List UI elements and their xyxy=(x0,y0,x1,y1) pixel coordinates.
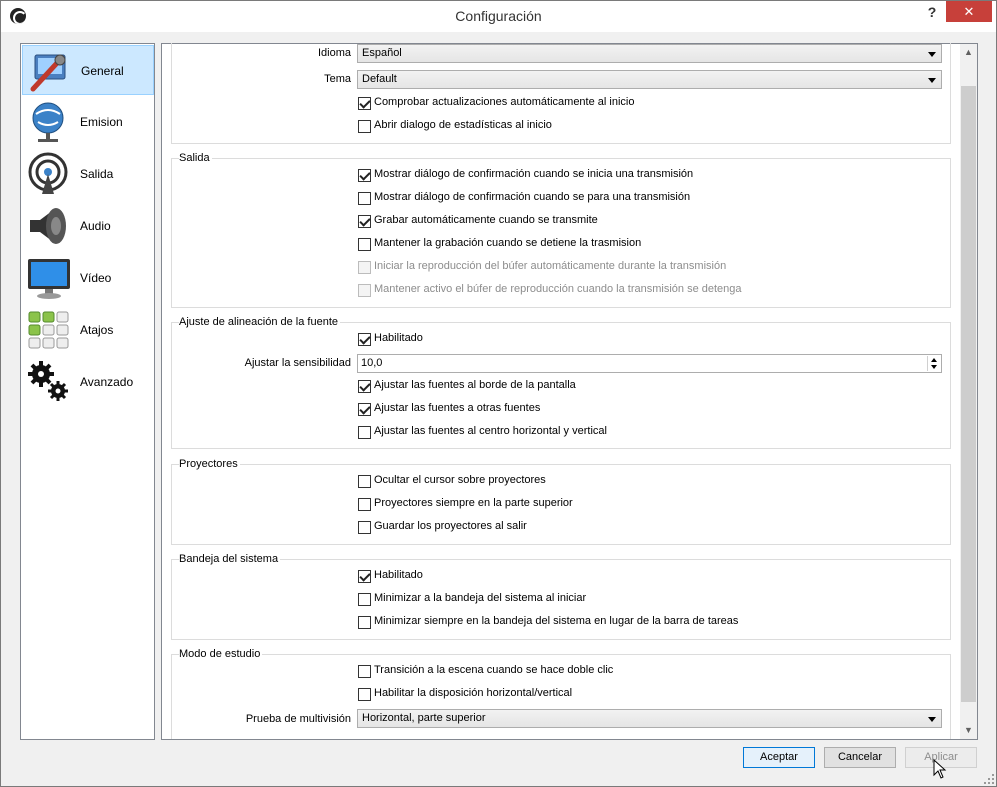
checkbox-label: Habilitado xyxy=(374,569,423,581)
checkbox-label: Mantener activo el búfer de reproducción… xyxy=(374,283,742,295)
theme-select[interactable]: Default xyxy=(357,70,942,89)
scroll-up-icon[interactable]: ▲ xyxy=(960,44,977,61)
sidebar-item-video[interactable]: Vídeo xyxy=(22,253,154,303)
snap-sensitivity-label: Ajustar la sensibilidad xyxy=(244,357,351,369)
snapping-group-title: Ajuste de alineación de la fuente xyxy=(179,316,341,328)
checkbox-box xyxy=(358,261,371,274)
checkbox-label: Iniciar la reproducción del búfer automá… xyxy=(374,260,727,272)
checkbox-box[interactable] xyxy=(358,498,371,511)
settings-window: Configuración ? ✕ General Emision Salida… xyxy=(0,0,997,787)
checkbox-box[interactable] xyxy=(358,97,371,110)
chevron-down-icon xyxy=(928,78,936,83)
sidebar-item-label: Audio xyxy=(80,219,111,233)
snap-sensitivity-value: 10,0 xyxy=(361,357,383,369)
language-label: Idioma xyxy=(317,47,351,59)
checkbox-label: Ocultar el cursor sobre proyectores xyxy=(374,474,546,486)
checkbox-label: Guardar los proyectores al salir xyxy=(374,520,527,532)
checkbox-box[interactable] xyxy=(358,380,371,393)
checkbox-box[interactable] xyxy=(358,521,371,534)
checkbox-box[interactable] xyxy=(358,688,371,701)
theme-value: Default xyxy=(362,73,397,85)
checkbox-box[interactable] xyxy=(358,169,371,182)
checkbox-box[interactable] xyxy=(358,403,371,416)
sidebar-item-label: General xyxy=(81,64,124,78)
checkbox-box[interactable] xyxy=(358,120,371,133)
checkbox-box[interactable] xyxy=(358,192,371,205)
snap-sensitivity-spinbox[interactable]: 10,0 xyxy=(357,354,942,373)
spin-down-icon[interactable] xyxy=(931,365,937,369)
multiview-label: Prueba de multivisión xyxy=(245,713,351,725)
checkbox-box[interactable] xyxy=(358,333,371,346)
cancel-button[interactable]: Cancelar xyxy=(824,747,896,768)
spin-up-icon[interactable] xyxy=(931,358,937,362)
output-icon xyxy=(28,152,68,194)
sidebar-item-salida[interactable]: Salida xyxy=(22,149,154,199)
gears-icon xyxy=(28,361,68,401)
mouse-cursor-icon xyxy=(933,759,947,779)
sidebar-item-atajos[interactable]: Atajos xyxy=(22,305,154,355)
spin-buttons[interactable] xyxy=(927,356,940,371)
monitor-icon xyxy=(28,259,70,299)
checkbox-label: Abrir dialogo de estadísticas al inicio xyxy=(374,119,552,131)
checkbox-label: Minimizar siempre en la bandeja del sist… xyxy=(374,615,739,627)
checkbox-label: Ajustar las fuentes al centro horizontal… xyxy=(374,425,607,437)
title-bar: Configuración ? ✕ xyxy=(1,1,996,32)
output-group-title: Salida xyxy=(179,152,212,164)
checkbox-label: Minimizar a la bandeja del sistema al in… xyxy=(374,592,587,604)
scroll-down-icon[interactable]: ▼ xyxy=(960,722,977,739)
general-icon xyxy=(30,54,66,92)
checkbox-label: Grabar automáticamente cuando se transmi… xyxy=(374,214,598,226)
checkbox-box[interactable] xyxy=(358,665,371,678)
content-scrollbar[interactable]: ▲ ▼ xyxy=(960,44,977,739)
sidebar-item-label: Avanzado xyxy=(80,375,134,389)
checkbox-label: Comprobar actualizaciones automáticament… xyxy=(374,96,635,108)
checkbox-box[interactable] xyxy=(358,593,371,606)
studio-group-title: Modo de estudio xyxy=(179,648,263,660)
scroll-thumb[interactable] xyxy=(961,86,976,702)
chevron-down-icon xyxy=(928,52,936,57)
window-title: Configuración xyxy=(455,8,542,24)
checkbox-label: Mantener la grabación cuando se detiene … xyxy=(374,237,642,249)
sidebar-item-label: Vídeo xyxy=(80,271,112,285)
checkbox-label: Ajustar las fuentes a otras fuentes xyxy=(374,402,541,414)
language-select[interactable]: Español xyxy=(357,44,942,63)
checkbox-label: Proyectores siempre en la parte superior xyxy=(374,497,573,509)
sidebar-item-label: Emision xyxy=(80,115,123,129)
speaker-icon xyxy=(30,208,66,244)
checkbox-box[interactable] xyxy=(358,570,371,583)
sidebar-item-emision[interactable]: Emision xyxy=(22,97,154,147)
broadcast-icon xyxy=(32,102,64,142)
checkbox-box[interactable] xyxy=(358,426,371,439)
sidebar-item-label: Atajos xyxy=(80,323,114,337)
checkbox-label: Habilitar la disposición horizontal/vert… xyxy=(374,687,573,699)
sidebar-item-audio[interactable]: Audio xyxy=(22,201,154,251)
settings-category-list: General Emision Salida Audio Vídeo Atajo… xyxy=(20,43,155,740)
checkbox-box[interactable] xyxy=(358,215,371,228)
checkbox-label: Transición a la escena cuando se hace do… xyxy=(374,664,614,676)
checkbox-label: Ajustar las fuentes al borde de la panta… xyxy=(374,379,576,391)
sidebar-item-label: Salida xyxy=(80,167,114,181)
multiview-select[interactable]: Horizontal, parte superior xyxy=(357,709,942,728)
checkbox-label: Mostrar diálogo de confirmación cuando s… xyxy=(374,191,691,203)
checkbox-box xyxy=(358,284,371,297)
close-button[interactable]: ✕ xyxy=(946,1,992,22)
checkbox-box[interactable] xyxy=(358,238,371,251)
sidebar-item-general[interactable]: General xyxy=(22,45,154,95)
resize-grip-icon[interactable] xyxy=(983,773,995,785)
multiview-value: Horizontal, parte superior xyxy=(362,712,486,724)
checkbox-box[interactable] xyxy=(358,475,371,488)
checkbox-label: Habilitado xyxy=(374,332,423,344)
checkbox-label: Mostrar diálogo de confirmación cuando s… xyxy=(374,168,694,180)
ok-button[interactable]: Aceptar xyxy=(743,747,815,768)
sidebar-item-avanzado[interactable]: Avanzado xyxy=(22,357,154,407)
tray-group-title: Bandeja del sistema xyxy=(179,553,281,565)
checkbox-box[interactable] xyxy=(358,616,371,629)
hotkeys-icon xyxy=(28,311,69,349)
chevron-down-icon xyxy=(928,717,936,722)
language-value: Español xyxy=(362,47,402,59)
theme-label: Tema xyxy=(324,73,351,85)
help-button[interactable]: ? xyxy=(923,4,941,22)
projectors-group-title: Proyectores xyxy=(179,458,240,470)
